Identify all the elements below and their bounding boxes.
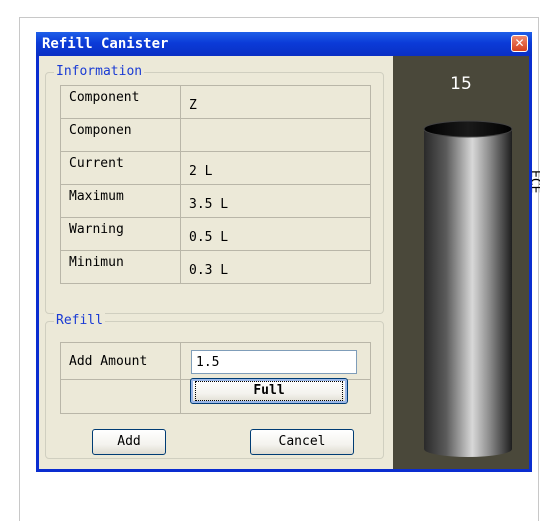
refill-legend: Refill [54,313,105,329]
dialog-body: Information Component Z Componen Current… [39,56,529,469]
full-button-label: Full [195,381,343,401]
add-button[interactable]: Add [92,429,166,455]
minimun-label: Minimun [60,250,181,284]
dialog-title: Refill Canister [42,36,169,52]
canister-cylinder-icon [423,120,513,457]
table-row: Add Amount [60,342,371,380]
canister-visual-panel: 15 [393,56,529,469]
componen-label: Componen [60,118,181,152]
full-button[interactable]: Full [190,378,348,404]
cancel-button[interactable]: Cancel [250,429,354,455]
current-value: 2 L [180,151,371,185]
table-row: Current 2 L [60,151,371,185]
dialog-title-bar[interactable]: Refill Canister ✕ [36,32,532,56]
refill-group: Refill Add Amount Full Add Cancel [45,313,384,459]
current-label: Current [60,151,181,185]
information-legend: Information [54,64,145,80]
table-row: Componen [60,118,371,152]
table-row: Maximum 3.5 L [60,184,371,218]
table-row: Warning 0.5 L [60,217,371,251]
component-label: Component [60,85,181,119]
table-row: Minimun 0.3 L [60,250,371,284]
close-icon: ✕ [514,36,525,50]
add-amount-input[interactable] [191,350,357,374]
information-group: Information Component Z Componen Current… [45,64,384,314]
information-table: Component Z Componen Current 2 L Maximum… [60,85,371,284]
close-button[interactable]: ✕ [511,35,528,52]
minimun-value: 0.3 L [180,250,371,284]
componen-value [180,118,371,152]
refill-canister-dialog: Refill Canister ✕ Information Component … [36,32,532,472]
level-readout: 15 [450,74,472,94]
maximum-label: Maximum [60,184,181,218]
warning-label: Warning [60,217,181,251]
table-row: Component Z [60,85,371,119]
warning-value: 0.5 L [180,217,371,251]
add-amount-label: Add Amount [60,342,181,380]
empty-cell [60,379,181,414]
component-value: Z [180,85,371,119]
add-amount-cell [180,342,371,380]
screen: ECE Refill Canister ✕ Information Compon… [0,0,558,521]
maximum-value: 3.5 L [180,184,371,218]
